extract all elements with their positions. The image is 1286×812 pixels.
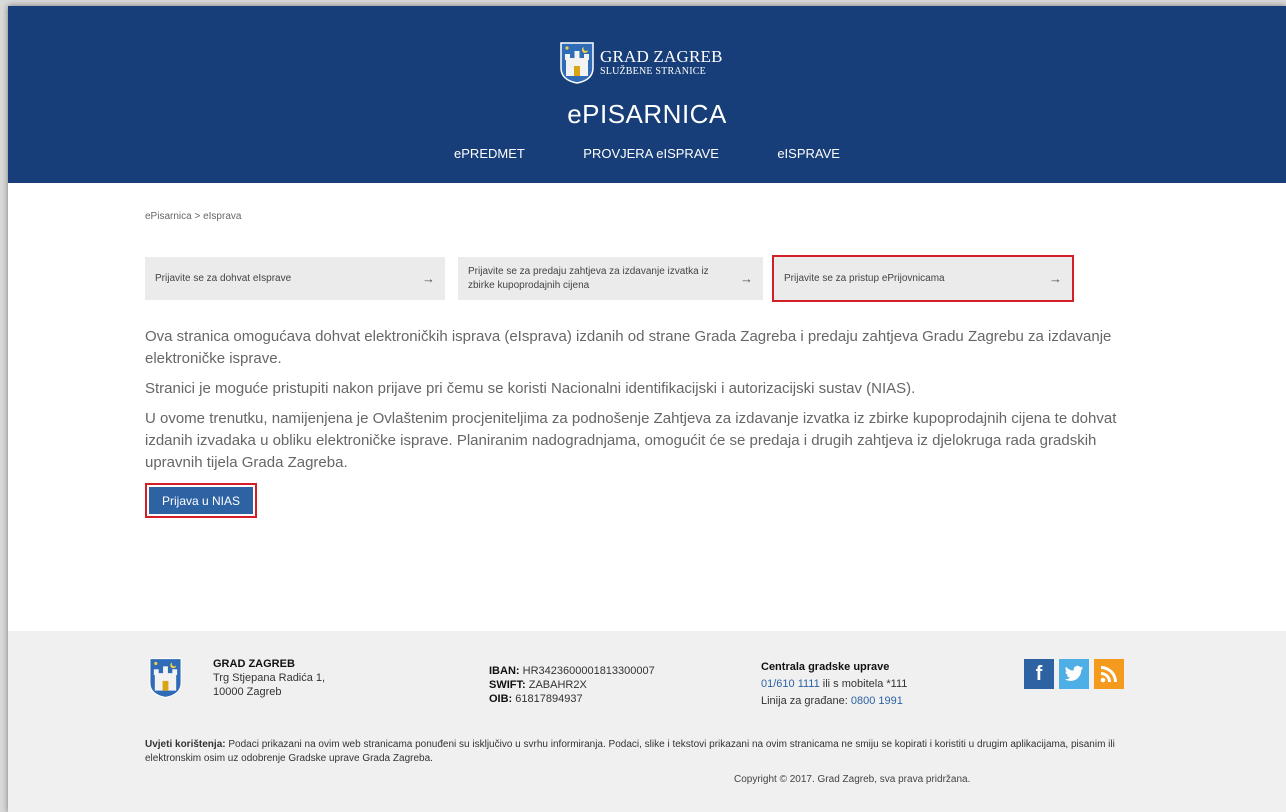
intro-paragraph: Ova stranica omogućava dohvat elektronič… [145, 328, 1112, 367]
swift-label: SWIFT: [489, 679, 526, 691]
footer-contact: Centrala gradske uprave 01/610 1111 ili … [761, 659, 907, 710]
nav-item-epredmet[interactable]: ePREDMET [454, 146, 525, 161]
hotline-link[interactable]: 0800 1991 [851, 695, 903, 707]
site-header: GRAD ZAGREB SLUŽBENE STRANICE ePISARNICA… [8, 6, 1286, 183]
browser-page: GRAD ZAGREB SLUŽBENE STRANICE ePISARNICA… [8, 6, 1286, 812]
main-nav: ePREDMET PROVJERA eISPRAVE eISPRAVE [8, 145, 1286, 163]
main-content: Ova stranica omogućava dohvat elektronič… [145, 326, 1155, 482]
card-dohvat-eisprave[interactable]: Prijavite se za dohvat eIsprave → [145, 257, 445, 300]
terms-label: Uvjeti korištenja: [145, 739, 226, 750]
card-pristup-eprijovnicama[interactable]: Prijavite se za pristup ePrijovnicama → [772, 255, 1074, 302]
arrow-right-icon: → [1049, 271, 1062, 286]
breadcrumb[interactable]: ePisarnica > eIsprava [145, 211, 241, 222]
footer-address: GRAD ZAGREB Trg Stjepana Radića 1, 10000… [213, 657, 325, 699]
footer-org-name: GRAD ZAGREB [213, 658, 295, 670]
phone-link[interactable]: 01/610 1111 [761, 678, 820, 690]
card-label: Prijavite se za dohvat eIsprave [155, 272, 292, 284]
site-title: ePISARNICA [567, 99, 727, 129]
terms-of-use: Uvjeti korištenja: Podaci prikazani na o… [145, 738, 1155, 766]
card-predaja-zahtjeva[interactable]: Prijavite se za predaju zahtjeva za izda… [458, 257, 763, 300]
purpose-paragraph: U ovome trenutku, namijenjena je Ovlašte… [145, 410, 1117, 471]
logo-title: GRAD ZAGREB [600, 47, 723, 66]
nav-item-provjera-eisprave[interactable]: PROVJERA eISPRAVE [583, 146, 719, 161]
arrow-right-icon: → [740, 271, 753, 286]
footer-bank-info: IBAN: HR3423600001813300007 SWIFT: ZABAH… [489, 664, 655, 706]
nav-item-eisprave[interactable]: eISPRAVE [777, 146, 840, 161]
twitter-bird-icon [1064, 665, 1084, 681]
iban-label: IBAN: [489, 665, 520, 677]
access-paragraph: Stranici je moguće pristupiti nakon prij… [145, 380, 916, 397]
nias-login-button[interactable]: Prijava u NIAS [145, 483, 257, 518]
card-label: Prijavite se za predaju zahtjeva za izda… [468, 265, 709, 291]
footer-address-line1: Trg Stjepana Radića 1, [213, 672, 326, 684]
card-label: Prijavite se za pristup ePrijovnicama [784, 272, 945, 284]
oib-value: 61817894937 [515, 693, 583, 705]
oib-label: OIB: [489, 693, 513, 705]
swift-value: ZABAHR2X [528, 679, 587, 691]
phone-suffix: ili s mobitela *111 [819, 678, 908, 690]
site-logo[interactable]: GRAD ZAGREB SLUŽBENE STRANICE [560, 42, 723, 84]
arrow-right-icon: → [422, 271, 435, 286]
footer-address-line2: 10000 Zagreb [213, 686, 282, 698]
hotline-label: Linija za građane: [761, 695, 851, 707]
twitter-icon[interactable] [1059, 659, 1089, 689]
rss-feed-icon [1100, 666, 1117, 683]
facebook-icon[interactable]: f [1024, 659, 1054, 689]
rss-icon[interactable] [1094, 659, 1124, 689]
terms-text: Podaci prikazani na ovim web stranicama … [145, 739, 1115, 764]
copyright: Copyright © 2017. Grad Zagreb, sva prava… [734, 774, 971, 785]
site-footer: GRAD ZAGREB Trg Stjepana Radića 1, 10000… [8, 631, 1286, 812]
central-title: Centrala gradske uprave [761, 661, 890, 673]
zagreb-crest-icon [560, 42, 594, 84]
zagreb-crest-icon [149, 658, 182, 698]
social-links: f [1024, 659, 1124, 689]
logo-subtitle: SLUŽBENE STRANICE [600, 66, 706, 77]
iban-value: HR3423600001813300007 [522, 665, 655, 677]
